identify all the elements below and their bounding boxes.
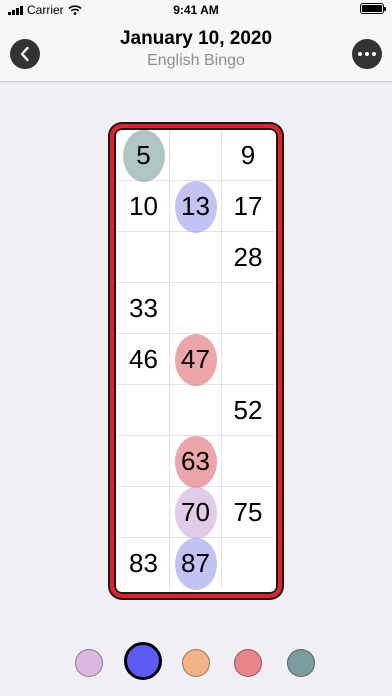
bingo-cell-10[interactable]: 10	[118, 181, 170, 232]
bingo-cell-empty	[118, 487, 170, 538]
status-time: 9:41 AM	[173, 3, 219, 17]
battery-icon	[360, 3, 386, 14]
bingo-cell-empty	[222, 334, 274, 385]
bingo-cell-empty	[170, 130, 222, 181]
bingo-number: 13	[181, 190, 210, 221]
page-subtitle: English Bingo	[147, 52, 245, 69]
bingo-cell-empty	[170, 385, 222, 436]
bingo-cell-70[interactable]: 70	[170, 487, 222, 539]
color-swatch[interactable]	[124, 642, 162, 680]
bingo-cell-empty	[118, 436, 170, 487]
ellipsis-icon	[358, 52, 376, 56]
bingo-cell-9[interactable]: 9	[222, 130, 274, 181]
bingo-cell-87[interactable]: 87	[170, 538, 222, 590]
bingo-cell-empty	[222, 283, 274, 334]
bingo-number: 5	[136, 139, 151, 170]
bingo-cell-63[interactable]: 63	[170, 436, 222, 488]
bingo-number: 87	[181, 548, 210, 578]
bingo-cell-empty	[170, 232, 222, 283]
bingo-cell-empty	[118, 232, 170, 283]
status-right	[360, 3, 386, 14]
bingo-cell-46[interactable]: 46	[118, 334, 170, 385]
bingo-cell-47[interactable]: 47	[170, 334, 222, 386]
color-swatch[interactable]	[234, 649, 262, 677]
bingo-cell-empty	[170, 283, 222, 334]
bingo-grid: 5 9 10 13 17 28 33 46 47 52 63 70 75 83 87	[118, 130, 274, 592]
bingo-cell-28[interactable]: 28	[222, 232, 274, 283]
bingo-cell-empty	[118, 385, 170, 436]
more-button[interactable]	[352, 39, 382, 69]
bingo-card: 5 9 10 13 17 28 33 46 47 52 63 70 75 83 87	[110, 124, 282, 598]
bingo-number: 47	[181, 343, 210, 374]
bingo-cell-52[interactable]: 52	[222, 385, 274, 436]
bingo-number: 9	[240, 139, 256, 170]
bingo-number: 52	[233, 394, 263, 425]
bingo-cell-83[interactable]: 83	[118, 538, 170, 589]
status-bar: Carrier 9:41 AM	[0, 0, 392, 20]
color-swatch[interactable]	[182, 649, 210, 677]
color-palette	[0, 640, 392, 684]
bingo-number: 17	[233, 190, 263, 221]
bingo-cell-75[interactable]: 75	[222, 487, 274, 538]
bingo-number: 70	[181, 496, 210, 527]
bingo-number: 33	[129, 292, 158, 323]
page-title: January 10, 2020	[119, 28, 273, 49]
bingo-number: 28	[233, 241, 263, 272]
bingo-number: 83	[129, 548, 158, 578]
bingo-cell-5[interactable]: 5	[118, 130, 170, 182]
bingo-number: 75	[233, 496, 263, 527]
color-swatch[interactable]	[75, 649, 103, 677]
bingo-number: 46	[129, 343, 158, 374]
nav-bar: January 10, 2020 English Bingo	[0, 20, 392, 82]
bingo-cell-empty	[222, 436, 274, 487]
bingo-cell-17[interactable]: 17	[222, 181, 274, 232]
bingo-number: 63	[181, 445, 210, 476]
bingo-cell-empty	[222, 538, 274, 589]
bingo-number: 10	[129, 190, 158, 221]
color-swatch[interactable]	[287, 649, 315, 677]
bingo-cell-33[interactable]: 33	[118, 283, 170, 334]
bingo-cell-13[interactable]: 13	[170, 181, 222, 233]
